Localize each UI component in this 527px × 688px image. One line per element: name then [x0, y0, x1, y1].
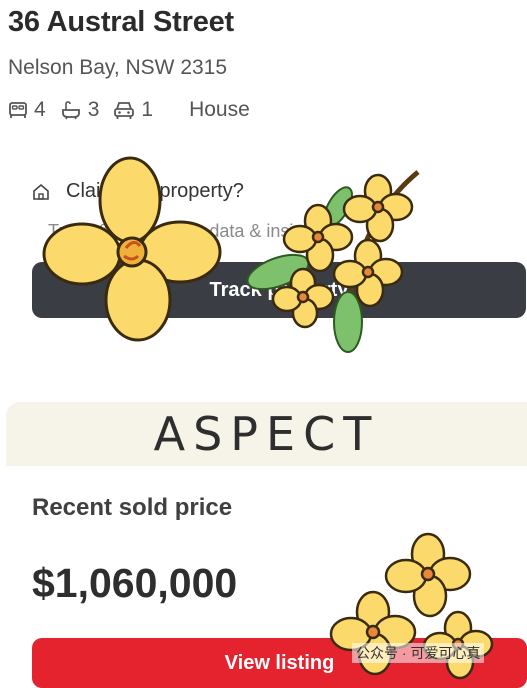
carspaces-count: 1: [141, 98, 154, 121]
sold-price-value: $1,060,000: [32, 560, 238, 606]
flower-branch-sticker-top: [246, 170, 420, 353]
property-address: 36 Austral Street: [8, 6, 235, 38]
property-type: House: [189, 98, 250, 121]
bedrooms-feature: 4: [8, 98, 46, 122]
bathrooms-count: 3: [87, 98, 100, 121]
sold-price-label: Recent sold price: [32, 494, 233, 521]
bed-icon: [9, 102, 27, 118]
property-features: 4 3 1 House: [8, 98, 250, 122]
agency-logo: ASPECT: [153, 407, 380, 461]
agency-banner: ASPECT: [6, 402, 527, 466]
large-flower-sticker: [42, 156, 222, 342]
watermark: 公众号 · 可爱可心真: [352, 643, 485, 663]
bath-icon: [61, 101, 80, 120]
bathrooms-feature: 3: [60, 98, 100, 122]
carspaces-feature: 1: [113, 98, 153, 122]
car-icon: [114, 102, 135, 119]
bedrooms-count: 4: [34, 98, 46, 121]
property-suburb: Nelson Bay, NSW 2315: [8, 56, 228, 79]
